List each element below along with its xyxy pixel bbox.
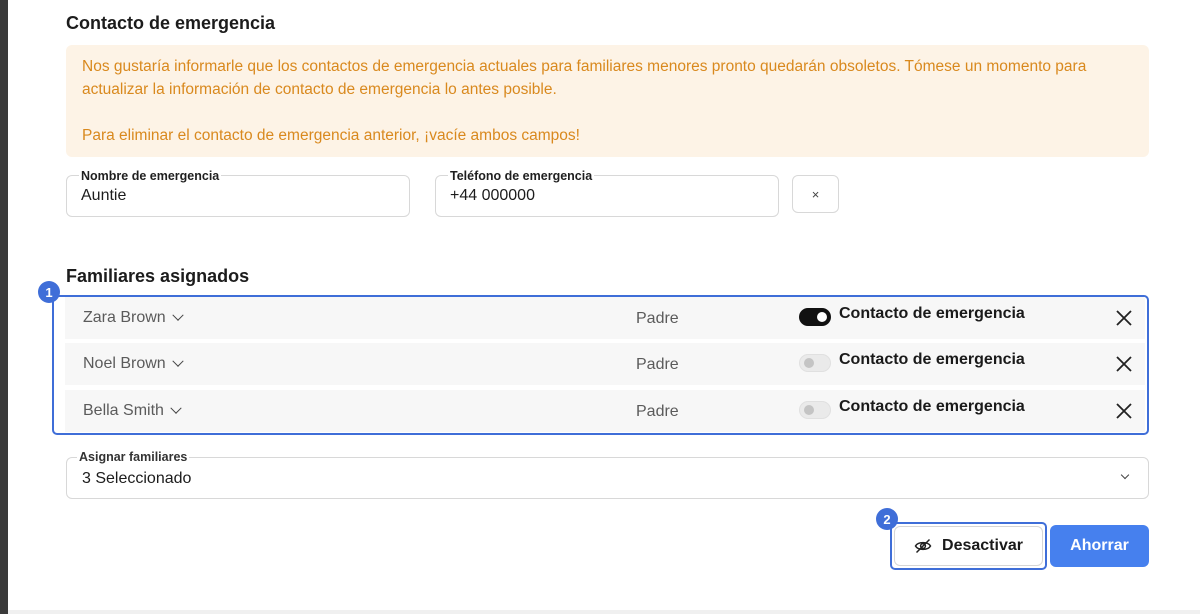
emergency-phone-field[interactable]: Teléfono de emergencia: [435, 169, 779, 217]
member-name: Zara Brown: [83, 309, 166, 326]
assigned-section-title: Familiares asignados: [66, 266, 250, 286]
member-name: Noel Brown: [83, 355, 166, 372]
close-icon[interactable]: [1115, 355, 1133, 373]
emergency-section-title: Contacto de emergencia: [66, 13, 276, 33]
close-icon[interactable]: [1115, 309, 1133, 327]
member-name: Bella Smith: [83, 402, 164, 419]
family-member-row: Noel Brown Padre Contacto de emergencia: [65, 343, 1145, 385]
emergency-name-input[interactable]: [81, 187, 381, 205]
member-name-dropdown[interactable]: Zara Brown: [83, 309, 184, 327]
clear-emergency-button[interactable]: ×: [792, 175, 839, 213]
toggle-knob: [817, 312, 827, 322]
member-name-dropdown[interactable]: Noel Brown: [83, 355, 184, 373]
emergency-contact-toggle[interactable]: [799, 354, 831, 372]
chevron-down-icon: [172, 309, 184, 321]
member-role: Padre: [636, 356, 679, 373]
emergency-name-label: Nombre de emergencia: [79, 169, 222, 183]
chevron-down-icon: [172, 355, 184, 367]
step-badge-1: 1: [38, 281, 60, 303]
deactivate-label: Desactivar: [942, 537, 1023, 554]
bottom-divider: [8, 610, 1200, 614]
deprecation-alert: Nos gustaría informarle que los contacto…: [66, 45, 1149, 157]
emergency-contact-label: Contacto de emergencia: [839, 305, 1025, 322]
assign-family-value: 3 Seleccionado: [82, 470, 192, 487]
chevron-down-icon: [170, 402, 182, 414]
assign-family-select[interactable]: Asignar familiares 3 Seleccionado: [66, 450, 1149, 499]
chevron-down-icon: [1120, 470, 1130, 480]
alert-instruction: Para eliminar el contacto de emergencia …: [82, 127, 580, 144]
alert-message: Nos gustaría informarle que los contacto…: [82, 58, 1087, 98]
deactivate-button[interactable]: Desactivar: [894, 526, 1043, 566]
member-name-dropdown[interactable]: Bella Smith: [83, 402, 182, 420]
emergency-contact-label: Contacto de emergencia: [839, 351, 1025, 368]
window-edge: [0, 0, 8, 614]
family-member-row: Bella Smith Padre Contacto de emergencia: [65, 390, 1145, 432]
member-role: Padre: [636, 310, 679, 327]
emergency-phone-label: Teléfono de emergencia: [448, 169, 595, 183]
family-member-row: Zara Brown Padre Contacto de emergencia: [65, 297, 1145, 339]
emergency-contact-label: Contacto de emergencia: [839, 398, 1025, 415]
eye-off-icon: [914, 538, 932, 554]
toggle-knob: [804, 405, 814, 415]
emergency-phone-input[interactable]: [450, 187, 750, 205]
step-badge-2: 2: [876, 508, 898, 530]
assign-family-label: Asignar familiares: [77, 450, 190, 464]
emergency-contact-toggle[interactable]: [799, 308, 831, 326]
close-icon[interactable]: [1115, 402, 1133, 420]
emergency-name-field[interactable]: Nombre de emergencia: [66, 169, 410, 217]
emergency-contact-toggle[interactable]: [799, 401, 831, 419]
save-button[interactable]: Ahorrar: [1050, 525, 1149, 567]
toggle-knob: [804, 358, 814, 368]
member-role: Padre: [636, 403, 679, 420]
